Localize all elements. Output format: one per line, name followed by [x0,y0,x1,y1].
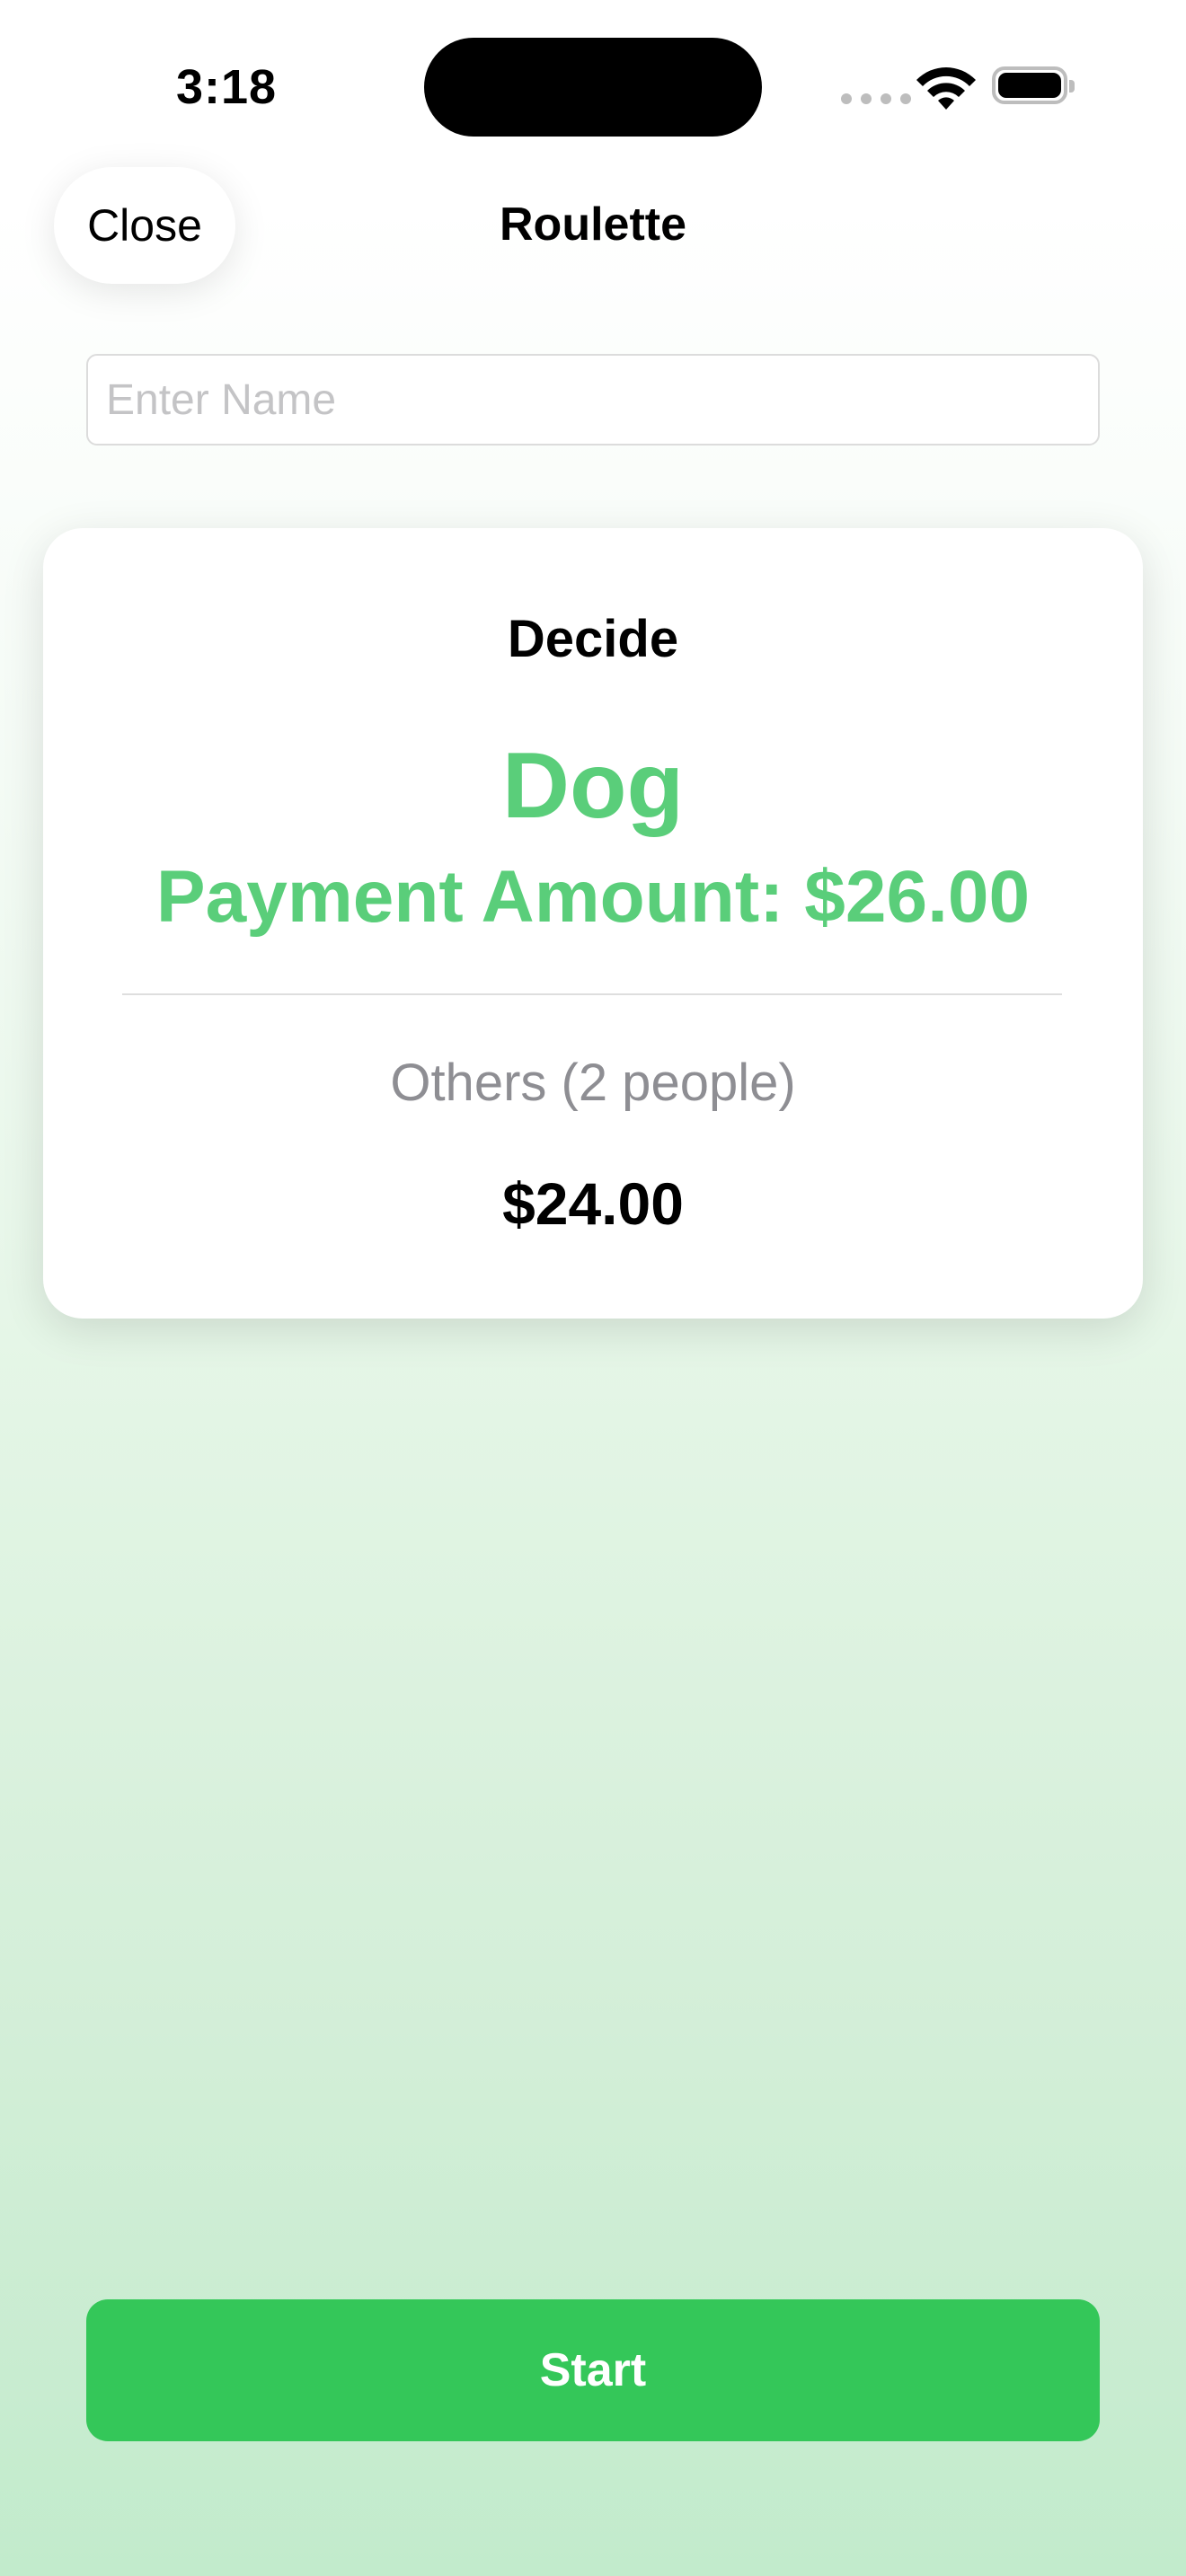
battery-icon [992,66,1075,104]
wifi-icon [916,67,976,110]
page-title: Roulette [500,198,686,251]
dynamic-island [424,38,762,137]
cellular-signal-icon [841,93,911,104]
result-card: Decide Dog Payment Amount: $26.00 Others… [43,528,1143,1319]
name-input[interactable] [86,354,1100,446]
result-card-title: Decide [507,610,679,668]
start-button[interactable]: Start [86,2299,1100,2441]
others-label: Others (2 people) [390,1054,796,1112]
winner-name: Dog [501,734,685,838]
card-divider [122,993,1062,995]
status-time: 3:18 [176,60,278,114]
others-amount: $24.00 [502,1170,684,1237]
winner-payment-amount: Payment Amount: $26.00 [155,856,1031,938]
